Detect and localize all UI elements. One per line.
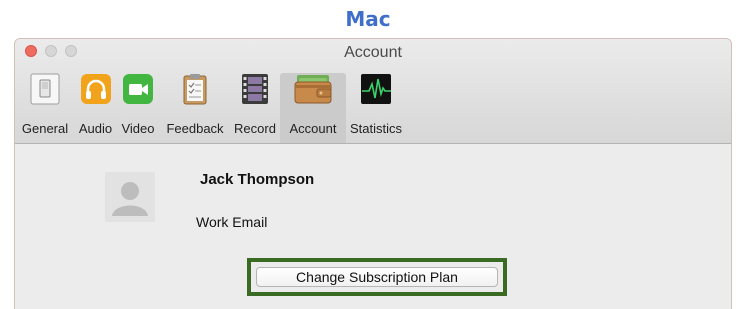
pulse-monitor-icon — [361, 74, 391, 104]
account-name: Jack Thompson — [200, 171, 315, 188]
tab-statistics[interactable]: Statistics — [346, 73, 406, 143]
tab-video[interactable]: Video — [116, 73, 160, 143]
change-plan-highlight: Change Subscription Plan — [247, 258, 507, 296]
headphones-icon — [80, 74, 111, 104]
avatar — [105, 172, 155, 222]
window-title: Account — [344, 44, 402, 61]
tab-audio[interactable]: Audio — [75, 73, 116, 143]
tab-general-label: General — [21, 121, 69, 136]
tab-audio-label: Audio — [78, 121, 113, 136]
tab-account-label: Account — [289, 121, 337, 136]
film-strip-icon — [242, 74, 268, 104]
preferences-tabs: General Audio Video Feedback Record Acco… — [15, 73, 406, 143]
tab-statistics-label: Statistics — [349, 121, 402, 136]
work-email-label: Work Email — [196, 214, 268, 230]
general-switch-icon — [30, 73, 60, 105]
tab-record-label: Record — [234, 121, 276, 136]
window-toolbar: Account General Audio Video Feedback Rec… — [15, 39, 731, 144]
wallet-icon — [294, 75, 332, 104]
tab-video-label: Video — [121, 121, 155, 136]
clipboard-icon — [183, 74, 207, 105]
tab-general[interactable]: General — [15, 73, 75, 143]
tab-account[interactable]: Account — [280, 73, 346, 143]
video-camera-icon — [123, 74, 153, 104]
tab-record[interactable]: Record — [230, 73, 280, 143]
change-subscription-plan-button[interactable]: Change Subscription Plan — [256, 267, 498, 287]
tab-feedback[interactable]: Feedback — [160, 73, 230, 143]
preferences-window: Account General Audio Video Feedback Rec… — [14, 38, 732, 309]
tab-feedback-label: Feedback — [166, 121, 224, 136]
account-panel: Jack Thompson Work Email Change Subscrip… — [15, 144, 731, 309]
mac-caption: Mac — [345, 7, 391, 31]
